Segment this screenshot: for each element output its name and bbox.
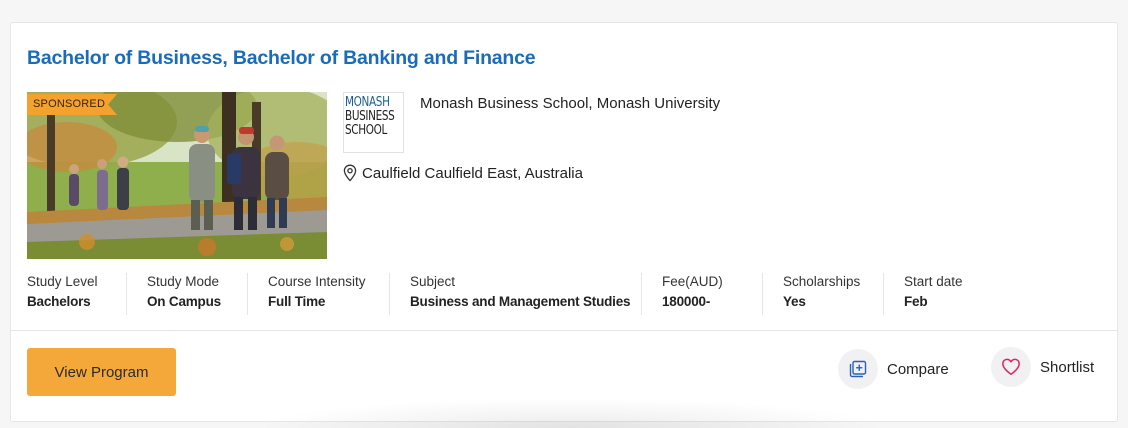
fact-label: Course Intensity: [268, 274, 366, 289]
fact-start-date: Start date Feb: [884, 273, 1004, 315]
scroll-shadow: [251, 398, 891, 428]
fact-value: Business and Management Studies: [410, 294, 631, 309]
fact-value: Bachelors: [27, 294, 91, 309]
logo-line-1: MONASH: [345, 94, 390, 110]
fact-label: Start date: [904, 274, 963, 289]
institution-location: Caulfield Caulfield East, Australia: [343, 163, 583, 183]
fact-scholarships: Scholarships Yes: [763, 273, 884, 315]
location-text: Caulfield Caulfield East, Australia: [362, 164, 583, 182]
fact-value: Yes: [783, 294, 806, 309]
fact-course-intensity: Course Intensity Full Time: [248, 273, 390, 315]
fact-value: 180000-: [662, 294, 711, 309]
compare-plus-icon[interactable]: [838, 349, 878, 389]
fact-value: Feb: [904, 294, 928, 309]
fact-label: Study Level: [27, 274, 98, 289]
map-pin-icon: [343, 164, 357, 182]
institution-name-link[interactable]: Monash Business School, Monash Universit…: [420, 95, 720, 112]
fact-value: On Campus: [147, 294, 221, 309]
view-program-button[interactable]: View Program: [27, 348, 176, 396]
fact-label: Subject: [410, 274, 456, 289]
program-photo[interactable]: [27, 92, 327, 259]
compare-label: Compare: [887, 360, 949, 378]
sponsored-badge: SPONSORED: [27, 94, 117, 115]
logo-line-2: BUSINESS: [345, 108, 395, 124]
campus-students-photo: [27, 92, 327, 259]
fact-value: Full Time: [268, 294, 326, 309]
shortlist-label: Shortlist: [1040, 358, 1095, 376]
fact-label: Study Mode: [147, 274, 220, 289]
logo-line-3: SCHOOL: [345, 122, 387, 138]
fact-label: Scholarships: [783, 274, 861, 289]
program-title-link[interactable]: Bachelor of Business, Bachelor of Bankin…: [27, 47, 536, 70]
program-facts: Study Level Bachelors Study Mode On Camp…: [27, 273, 1107, 315]
shortlist-button[interactable]: Shortlist: [991, 347, 1094, 387]
fact-subject: Subject Business and Management Studies: [390, 273, 642, 315]
heart-icon[interactable]: [991, 347, 1031, 387]
fact-fee: Fee(AUD) 180000-: [642, 273, 763, 315]
fact-study-mode: Study Mode On Campus: [127, 273, 248, 315]
fact-study-level: Study Level Bachelors: [27, 273, 127, 315]
card-divider: [11, 330, 1117, 331]
institution-logo[interactable]: MONASH BUSINESS SCHOOL: [343, 92, 404, 153]
compare-button[interactable]: Compare: [838, 349, 949, 389]
fact-label: Fee(AUD): [662, 274, 723, 289]
program-card: Bachelor of Business, Bachelor of Bankin…: [10, 22, 1118, 428]
